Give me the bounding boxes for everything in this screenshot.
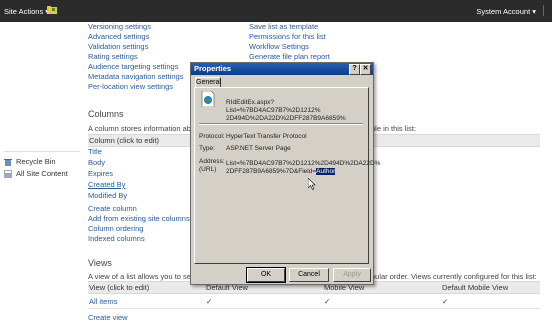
column-link[interactable]: Created By <box>88 179 127 190</box>
address-summary-line: 2D494D%2DA22D%2DFF287B9A6859% <box>226 115 346 122</box>
apply-button[interactable]: Apply <box>333 268 371 282</box>
address-line: List=%7BD4AC97B7%2D1212%2D494D%2DA22D% <box>226 160 381 167</box>
type-value: ASP.NET Server Page <box>226 145 291 152</box>
settings-left-list: Versioning settings Advanced settings Va… <box>88 22 188 92</box>
settings-link[interactable]: Validation settings <box>88 42 188 52</box>
check-icon: ✓ <box>442 297 449 306</box>
check-icon: ✓ <box>206 297 213 306</box>
column-link[interactable]: Title <box>88 146 127 157</box>
views-header-cell: View (click to edit) <box>89 283 150 292</box>
nav-item-label: All Site Content <box>16 169 68 178</box>
file-icon <box>201 91 215 107</box>
column-link[interactable]: Body <box>88 157 127 168</box>
address-label: Address: <box>199 158 225 165</box>
properties-dialog: Properties ? ✕ General RIdEditEx.aspx?Li… <box>190 62 381 285</box>
column-actions: Create column Add from existing site col… <box>88 204 190 244</box>
type-label: Type: <box>199 145 215 152</box>
column-link[interactable]: Modified By <box>88 190 127 201</box>
address-selection: Author <box>316 168 336 175</box>
columns-section-title: Columns <box>88 109 124 119</box>
address-line-text: 2DFF287B9A6859%7D&Field= <box>226 168 317 175</box>
dialog-title: Properties <box>194 64 232 73</box>
address-line: 2DFF287B9A6859%7D&Field=Author <box>226 168 361 176</box>
top-ribbon: Site Actions ▾ System Account ▾ <box>0 0 552 22</box>
create-view-link[interactable]: Create view <box>88 313 128 322</box>
recycle-bin-icon <box>4 158 12 166</box>
cancel-button[interactable]: Cancel <box>289 268 329 282</box>
views-section-title: Views <box>88 258 112 268</box>
settings-link[interactable]: Rating settings <box>88 52 188 62</box>
ok-button[interactable]: OK <box>246 267 286 283</box>
settings-link[interactable]: Versioning settings <box>88 22 188 32</box>
account-menu[interactable]: System Account ▾ <box>476 7 536 16</box>
settings-link[interactable]: Advanced settings <box>88 32 188 42</box>
settings-right-list: Save list as template Permissions for th… <box>249 22 379 62</box>
views-header-cell: Default Mobile View <box>442 283 509 292</box>
column-header-label: Column (click to edit) <box>89 136 160 145</box>
settings-link[interactable]: Permissions for this list <box>249 32 379 42</box>
nav-item-recycle-bin[interactable]: Recycle Bin <box>4 156 80 167</box>
url-label: (URL) <box>199 166 217 173</box>
settings-link[interactable]: Workflow Settings <box>249 42 379 52</box>
check-icon: ✓ <box>324 297 331 306</box>
columns-description: A column stores information about <box>88 124 202 133</box>
nav-divider <box>4 151 80 152</box>
nav-item-all-site-content[interactable]: All Site Content <box>4 168 80 179</box>
address-summary-line: RIdEditEx.aspx?List=%7BD4AC97B7%2D1212% <box>226 99 321 114</box>
settings-link[interactable]: Generate file plan report <box>249 52 379 62</box>
settings-link[interactable]: Audience targeting settings <box>88 62 188 72</box>
quick-launch: Recycle Bin All Site Content <box>4 151 80 180</box>
protocol-label: Protocol: <box>199 133 225 140</box>
column-action-link[interactable]: Add from existing site columns <box>88 214 190 224</box>
protocol-value: HyperText Transfer Protocol <box>226 133 307 140</box>
column-action-link[interactable]: Create column <box>88 204 190 214</box>
dialog-titlebar[interactable]: Properties ? ✕ <box>191 63 373 75</box>
site-content-icon <box>4 169 12 178</box>
views-description: A view of a list allows you to see a <box>88 272 202 281</box>
views-table-row: All items ✓ ✓ ✓ <box>88 296 540 307</box>
settings-link[interactable]: Save list as template <box>249 22 379 32</box>
settings-link[interactable]: Metadata navigation settings <box>88 72 188 82</box>
folder-icon[interactable] <box>47 6 57 14</box>
columns-list: Title Body Expires Created By Modified B… <box>88 146 127 201</box>
column-action-link[interactable]: Indexed columns <box>88 234 190 244</box>
address-value[interactable]: List=%7BD4AC97B7%2D1212%2D494D%2DA22D% 2… <box>226 160 381 176</box>
address-summary: RIdEditEx.aspx?List=%7BD4AC97B7%2D1212% … <box>226 99 358 123</box>
view-link[interactable]: All items <box>89 296 117 307</box>
views-row-divider <box>88 308 540 309</box>
site-actions-menu[interactable]: Site Actions ▾ <box>4 7 49 16</box>
views-description-tail: pular order. Views currently configured … <box>371 272 537 281</box>
settings-link[interactable]: Per-location view settings <box>88 82 188 92</box>
columns-description-tail: ble in this list: <box>371 124 417 133</box>
help-button[interactable]: ? <box>349 64 360 75</box>
column-action-link[interactable]: Column ordering <box>88 224 190 234</box>
column-link[interactable]: Expires <box>88 168 127 179</box>
topbar-divider <box>543 5 544 16</box>
nav-item-label: Recycle Bin <box>16 157 56 166</box>
close-button[interactable]: ✕ <box>360 64 371 75</box>
dialog-divider <box>199 123 363 125</box>
mouse-cursor-icon <box>308 178 316 190</box>
